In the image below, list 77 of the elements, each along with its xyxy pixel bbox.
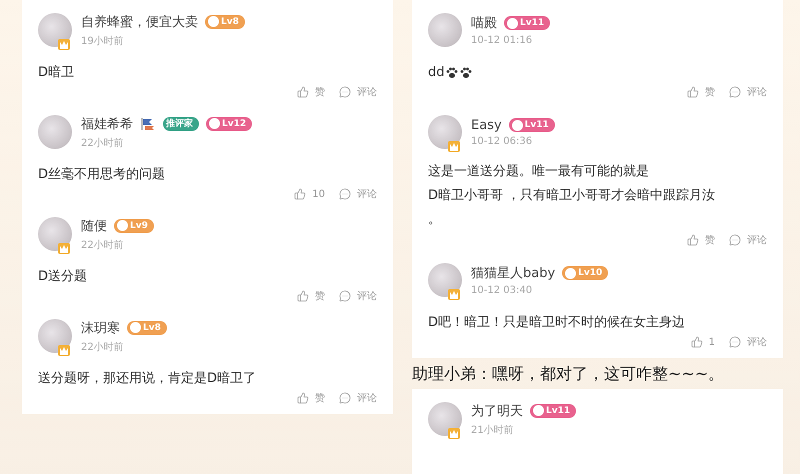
- timestamp: 10-12 03:40: [471, 285, 534, 296]
- level-badge: Lv10: [562, 266, 608, 280]
- timestamp: 22小时前: [81, 136, 125, 150]
- speech-bubble-icon: [339, 188, 351, 200]
- comment-text: dd: [428, 64, 445, 82]
- level-badge: Lv9: [114, 218, 154, 232]
- comment-text: 这是一道送分题。唯一最有可能的就是: [428, 163, 650, 181]
- username[interactable]: 随便: [81, 216, 107, 234]
- comment-button[interactable]: 评论: [729, 233, 767, 247]
- comment-button[interactable]: 评论: [339, 391, 377, 405]
- timestamp: 22小时前: [81, 340, 125, 354]
- like-button[interactable]: 赞: [297, 289, 325, 303]
- avatar[interactable]: [38, 319, 72, 353]
- thumbs-up-icon: [687, 234, 699, 246]
- avatar[interactable]: [428, 13, 462, 47]
- like-button[interactable]: 赞: [687, 85, 715, 99]
- comment-text: D吧！暗卫！只是暗卫时不时的候在女主身边: [428, 314, 686, 332]
- crown-icon: [448, 428, 460, 439]
- like-button[interactable]: 赞: [297, 85, 325, 99]
- speech-bubble-icon: [729, 336, 741, 348]
- username[interactable]: 沫玥寒: [81, 318, 120, 336]
- like-button[interactable]: 1: [690, 336, 715, 348]
- username[interactable]: 福娃希希: [81, 114, 133, 132]
- username[interactable]: 自养蜂蜜，便宜大卖: [81, 12, 198, 30]
- speech-bubble-icon: [339, 392, 351, 404]
- comment-text: 送分题呀，那还用说，肯定是D暗卫了: [38, 370, 256, 388]
- comment-text: D暗卫: [38, 64, 74, 82]
- comment-button[interactable]: 评论: [339, 187, 377, 201]
- speech-bubble-icon: [729, 234, 741, 246]
- username[interactable]: 猫猫星人baby: [471, 264, 556, 282]
- avatar[interactable]: [38, 217, 72, 251]
- level-badge: Lv8: [127, 320, 167, 334]
- level-badge: Lv11: [530, 404, 576, 418]
- username[interactable]: 喵殿: [471, 14, 497, 32]
- comment-button[interactable]: 评论: [729, 335, 767, 349]
- avatar[interactable]: [428, 263, 462, 297]
- avatar[interactable]: [38, 13, 72, 47]
- like-button[interactable]: 赞: [687, 233, 715, 247]
- like-button[interactable]: 10: [294, 188, 325, 200]
- username[interactable]: 为了明天: [471, 402, 523, 420]
- comment-text: D丝毫不用思考的问题: [38, 166, 166, 184]
- level-badge: Lv12: [206, 116, 252, 130]
- timestamp: 22小时前: [81, 238, 125, 252]
- crown-icon: [448, 141, 460, 152]
- speech-bubble-icon: [339, 86, 351, 98]
- level-badge: Lv11: [504, 16, 550, 30]
- comment-text: D送分题: [38, 268, 88, 286]
- caption-text: 助理小弟：嘿呀，都对了，这可咋整~~~。: [412, 363, 726, 385]
- thumbs-up-icon: [294, 188, 306, 200]
- comment-button[interactable]: 评论: [339, 289, 377, 303]
- level-badge: Lv11: [508, 118, 555, 132]
- timestamp: 10-12 06:36: [471, 136, 534, 146]
- timestamp: 19小时前: [81, 34, 125, 48]
- username[interactable]: Easy: [471, 118, 502, 132]
- crown-icon: [58, 345, 70, 356]
- speech-bubble-icon: [729, 86, 741, 98]
- avatar[interactable]: [38, 115, 72, 149]
- thumbs-up-icon: [297, 392, 309, 404]
- speech-bubble-icon: [339, 290, 351, 302]
- timestamp: 10-12 01:16: [471, 35, 534, 46]
- comment-text: D暗卫小哥哥 ，只有暗卫小哥哥才会暗中跟踪月汝: [428, 187, 716, 205]
- timestamp: 21小时前: [471, 424, 515, 436]
- thumbs-up-icon: [297, 86, 309, 98]
- title-badge: 推评家: [163, 116, 199, 130]
- thumbs-up-icon: [687, 86, 699, 98]
- thumbs-up-icon: [690, 336, 703, 348]
- level-badge: Lv8: [205, 14, 245, 28]
- crown-icon: [58, 39, 70, 50]
- thumbs-up-icon: [297, 290, 309, 302]
- crown-icon: [58, 243, 70, 254]
- comment-text: 。: [428, 211, 442, 229]
- crown-icon: [448, 289, 460, 300]
- comment-button[interactable]: 评论: [729, 85, 767, 99]
- comment-button[interactable]: 评论: [339, 85, 377, 99]
- avatar[interactable]: [428, 115, 462, 149]
- avatar[interactable]: [428, 402, 462, 436]
- like-button[interactable]: 赞: [297, 391, 325, 405]
